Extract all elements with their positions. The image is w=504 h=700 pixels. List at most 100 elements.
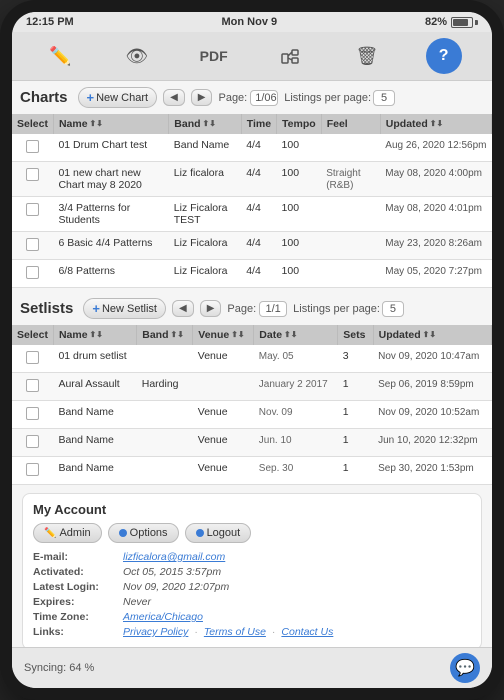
setlists-section: Setlists + New Setlist ◀ ▶ Page: 1/1 Lis… bbox=[12, 292, 492, 485]
row-checkbox[interactable] bbox=[12, 345, 53, 373]
setlists-page-box[interactable]: 1/1 bbox=[259, 301, 287, 317]
my-account-section: My Account ✏️ Admin Options Logout bbox=[22, 493, 482, 647]
links-container: Privacy Policy · Terms of Use · Contact … bbox=[123, 626, 333, 638]
row-name: Band Name bbox=[53, 429, 136, 457]
charts-per-page-value[interactable]: 5 bbox=[373, 90, 395, 106]
chat-button[interactable]: 💬 bbox=[450, 653, 480, 683]
row-checkbox[interactable] bbox=[12, 134, 53, 162]
trash-icon[interactable]: 🗑 bbox=[349, 38, 385, 74]
table-row: 01 Drum Chart test Band Name 4/4 100 Aug… bbox=[12, 134, 492, 162]
row-band bbox=[137, 345, 193, 373]
setlists-per-page: Listings per page: 5 bbox=[293, 301, 404, 317]
col-updated[interactable]: Updated⬆⬇ bbox=[380, 114, 491, 134]
col-select: Select bbox=[12, 114, 53, 134]
setlists-table: Select Name⬆⬇ Band⬆⬇ Venue⬆⬇ Date⬆⬇ Sets… bbox=[12, 325, 492, 485]
sl-col-venue[interactable]: Venue⬆⬇ bbox=[193, 325, 254, 345]
row-checkbox[interactable] bbox=[12, 197, 53, 232]
toolbar: ✏️ 👁 PDF 🗑 ? bbox=[12, 32, 492, 81]
sl-col-updated[interactable]: Updated⬆⬇ bbox=[373, 325, 491, 345]
options-dot-icon bbox=[119, 529, 127, 537]
options-button[interactable]: Options bbox=[108, 523, 179, 543]
table-row: Band Name Venue Jun. 10 1 Jun 10, 2020 1… bbox=[12, 429, 492, 457]
timezone-value[interactable]: America/Chicago bbox=[123, 611, 203, 623]
row-name: 6 Basic 4/4 Patterns bbox=[53, 232, 168, 260]
row-venue: Venue bbox=[193, 457, 254, 485]
col-band[interactable]: Band⬆⬇ bbox=[169, 114, 241, 134]
privacy-link[interactable]: Privacy Policy bbox=[123, 626, 188, 638]
activated-label: Activated: bbox=[33, 566, 123, 578]
row-date: Sep. 30 bbox=[254, 457, 338, 485]
battery-percent: 82% bbox=[425, 16, 447, 28]
email-value[interactable]: lizficalora@gmail.com bbox=[123, 551, 225, 563]
links-label: Links: bbox=[33, 626, 123, 638]
row-sets: 1 bbox=[338, 457, 373, 485]
row-checkbox[interactable] bbox=[12, 401, 53, 429]
table-row: 6/8 Patterns Liz Ficalora 4/4 100 May 05… bbox=[12, 260, 492, 288]
charts-section: Charts + New Chart ◀ ▶ Page: 1/06 Listin… bbox=[12, 81, 492, 288]
new-setlist-button[interactable]: + New Setlist bbox=[83, 298, 166, 319]
row-band bbox=[137, 457, 193, 485]
timezone-label: Time Zone: bbox=[33, 611, 123, 623]
sl-col-date[interactable]: Date⬆⬇ bbox=[254, 325, 338, 345]
row-feel bbox=[321, 232, 380, 260]
setlists-next-button[interactable]: ▶ bbox=[200, 300, 222, 317]
pdf-icon[interactable]: PDF bbox=[196, 38, 232, 74]
share-icon[interactable] bbox=[272, 38, 308, 74]
status-date: Mon Nov 9 bbox=[222, 16, 278, 28]
logout-button[interactable]: Logout bbox=[185, 523, 252, 543]
row-time: 4/4 bbox=[241, 162, 276, 197]
plus-icon: + bbox=[87, 90, 95, 105]
row-band: Band Name bbox=[169, 134, 241, 162]
help-icon[interactable]: ? bbox=[426, 38, 462, 74]
account-title: My Account bbox=[33, 502, 471, 517]
account-buttons: ✏️ Admin Options Logout bbox=[33, 523, 471, 543]
row-checkbox[interactable] bbox=[12, 373, 53, 401]
row-checkbox[interactable] bbox=[12, 162, 53, 197]
row-checkbox[interactable] bbox=[12, 429, 53, 457]
row-feel bbox=[321, 260, 380, 288]
row-checkbox[interactable] bbox=[12, 232, 53, 260]
row-checkbox[interactable] bbox=[12, 457, 53, 485]
eye-icon[interactable]: 👁 bbox=[119, 38, 155, 74]
latest-login-row: Latest Login: Nov 09, 2020 12:07pm bbox=[33, 581, 471, 593]
sl-col-sets: Sets bbox=[338, 325, 373, 345]
row-name: 6/8 Patterns bbox=[53, 260, 168, 288]
sl-col-band[interactable]: Band⬆⬇ bbox=[137, 325, 193, 345]
expires-label: Expires: bbox=[33, 596, 123, 608]
row-name: Band Name bbox=[53, 401, 136, 429]
terms-link[interactable]: Terms of Use bbox=[204, 626, 266, 638]
row-venue: Venue bbox=[193, 401, 254, 429]
row-updated: Jun 10, 2020 12:32pm bbox=[373, 429, 491, 457]
row-band: Liz Ficalora TEST bbox=[169, 197, 241, 232]
row-updated: May 05, 2020 7:27pm bbox=[380, 260, 491, 288]
charts-page-box[interactable]: 1/06 bbox=[250, 90, 278, 106]
new-chart-button[interactable]: + New Chart bbox=[78, 87, 158, 108]
col-name[interactable]: Name⬆⬇ bbox=[53, 114, 168, 134]
table-row: Band Name Venue Sep. 30 1 Sep 30, 2020 1… bbox=[12, 457, 492, 485]
row-venue: Venue bbox=[193, 345, 254, 373]
sl-col-select: Select bbox=[12, 325, 53, 345]
setlists-prev-button[interactable]: ◀ bbox=[172, 300, 194, 317]
charts-prev-button[interactable]: ◀ bbox=[163, 89, 185, 106]
sl-col-name[interactable]: Name⬆⬇ bbox=[53, 325, 136, 345]
charts-next-button[interactable]: ▶ bbox=[191, 89, 213, 106]
row-band: Liz Ficalora bbox=[169, 232, 241, 260]
row-sets: 1 bbox=[338, 401, 373, 429]
row-feel: Straight (R&B) bbox=[321, 162, 380, 197]
row-updated: Nov 09, 2020 10:52am bbox=[373, 401, 491, 429]
row-sets: 1 bbox=[338, 373, 373, 401]
setlists-per-page-value[interactable]: 5 bbox=[382, 301, 404, 317]
contact-link[interactable]: Contact Us bbox=[281, 626, 333, 638]
table-row: 3/4 Patterns for Students Liz Ficalora T… bbox=[12, 197, 492, 232]
row-name: 01 drum setlist bbox=[53, 345, 136, 373]
charts-per-page: Listings per page: 5 bbox=[284, 90, 395, 106]
pencil-icon[interactable]: ✏️ bbox=[42, 38, 78, 74]
expires-value: Never bbox=[123, 596, 151, 608]
row-checkbox[interactable] bbox=[12, 260, 53, 288]
row-sets: 3 bbox=[338, 345, 373, 373]
sync-status: Syncing: 64 % bbox=[24, 662, 94, 674]
admin-button[interactable]: ✏️ Admin bbox=[33, 523, 102, 543]
table-row: Aural Assault Harding January 2 2017 1 S… bbox=[12, 373, 492, 401]
tablet-screen: 12:15 PM Mon Nov 9 82% ✏️ 👁 PDF bbox=[12, 12, 492, 688]
row-time: 4/4 bbox=[241, 260, 276, 288]
